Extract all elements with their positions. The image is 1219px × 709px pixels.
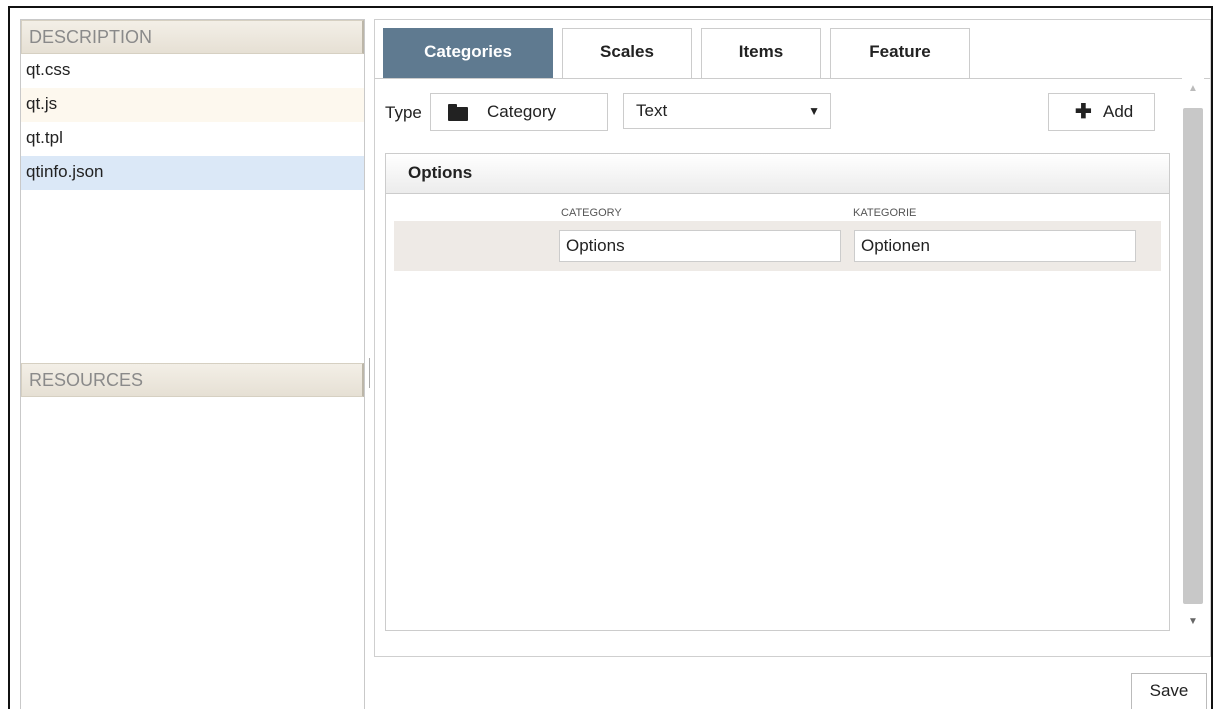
panel-splitter[interactable] xyxy=(369,358,371,388)
scrollbar-thumb[interactable] xyxy=(1183,108,1203,604)
resources-header[interactable]: RESOURCES xyxy=(21,363,364,397)
dropdown-arrow-icon: ▼ xyxy=(808,104,820,118)
file-item-qt-js[interactable]: qt.js xyxy=(21,88,364,122)
save-button[interactable]: Save xyxy=(1131,673,1207,709)
editor-panel: Categories Scales Items Feature Type Cat… xyxy=(374,19,1211,657)
add-button[interactable]: ✚ Add xyxy=(1048,93,1155,131)
file-item-qtinfo-json[interactable]: qtinfo.json xyxy=(21,156,364,190)
scroll-up-icon[interactable]: ▲ xyxy=(1182,78,1204,100)
add-button-label: Add xyxy=(1103,102,1134,121)
scroll-down-icon[interactable]: ▼ xyxy=(1182,611,1204,633)
column-header-category: CATEGORY xyxy=(561,207,622,219)
column-header-kategorie: KATEGORIE xyxy=(853,207,917,219)
left-panel: DESCRIPTION qt.css qt.js qt.tpl qtinfo.j… xyxy=(20,19,365,709)
tabs-divider xyxy=(375,78,1210,79)
tab-feature[interactable]: Feature xyxy=(830,28,970,78)
file-item-qt-tpl[interactable]: qt.tpl xyxy=(21,122,364,156)
tab-items[interactable]: Items xyxy=(701,28,821,78)
options-panel: Options CATEGORY KATEGORIE Options Optio… xyxy=(385,153,1170,631)
tab-categories[interactable]: Categories xyxy=(383,28,553,78)
category-input-de[interactable]: Optionen xyxy=(854,230,1136,262)
vertical-scrollbar[interactable]: ▲ ▼ xyxy=(1182,78,1204,633)
category-type-button[interactable]: Category xyxy=(430,93,608,131)
category-type-label: Category xyxy=(487,102,556,121)
options-header: Options xyxy=(386,154,1169,194)
type-label: Type xyxy=(385,103,422,122)
category-input-en[interactable]: Options xyxy=(559,230,841,262)
description-header[interactable]: DESCRIPTION xyxy=(21,20,364,54)
field-type-value: Text xyxy=(636,101,668,120)
toolbar: Type Category Text ▼ ✚ Add xyxy=(385,93,1165,133)
folder-icon xyxy=(448,104,468,121)
tab-scales[interactable]: Scales xyxy=(562,28,692,78)
plus-icon: ✚ xyxy=(1075,101,1092,123)
field-type-select[interactable]: Text ▼ xyxy=(623,93,831,129)
file-item-qt-css[interactable]: qt.css xyxy=(21,54,364,88)
table-row: Options Optionen xyxy=(394,221,1161,271)
